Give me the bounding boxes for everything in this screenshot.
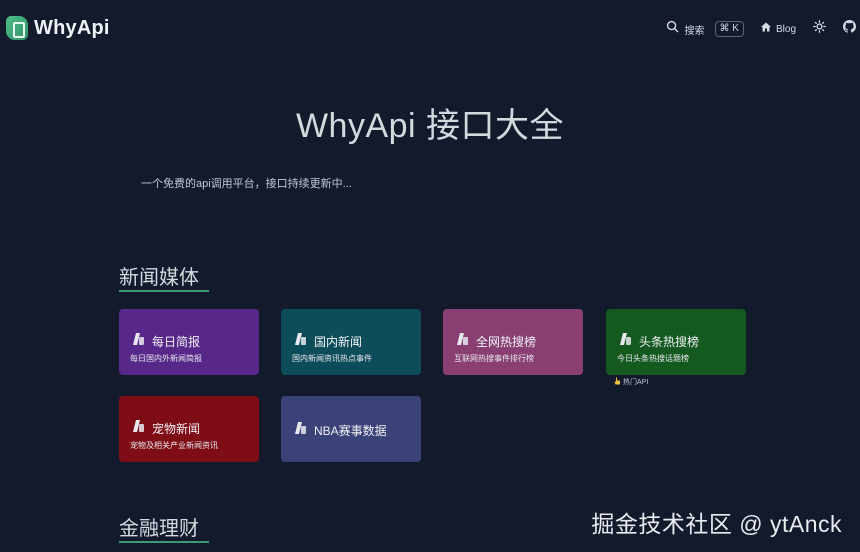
search-button[interactable]: 搜索 ⌘ K [666,20,744,38]
page-subtitle: 一个免费的api调用平台，接口持续更新中... [141,178,352,190]
card-icon [292,331,308,352]
page-title: WhyApi 接口大全 [295,107,565,145]
card-description: 每日国内外新闻简报 [130,354,202,363]
hot-api-badge: 热门API [614,377,648,387]
card-title: 每日简报 [152,335,201,349]
theme-toggle-button[interactable] [810,20,828,38]
nav-actions: 搜索 ⌘ K Blog [666,18,860,40]
card-title: NBA赛事数据 [314,424,387,438]
search-label: 搜索 [684,25,705,37]
card-header: 头条热搜榜 [617,331,699,352]
brand-name: WhyApi [34,16,110,39]
sun-icon [812,20,826,38]
logo-icon [6,16,28,40]
github-link[interactable] [840,20,858,38]
section-title-finance: 金融理财 [119,518,199,540]
top-navbar: WhyApi 搜索 ⌘ K Blog [0,0,860,60]
card-description: 宠物及相关产业新闻资讯 [130,441,218,450]
card-icon [130,331,146,352]
card-icon [130,418,146,439]
card-header: 国内新闻 [292,331,362,352]
card-title: 宠物新闻 [152,422,201,436]
api-card-pet-news[interactable]: 宠物新闻 宠物及相关产业新闻资讯 [119,396,259,462]
card-description: 今日头条热搜话题榜 [617,354,689,363]
section-title-news: 新闻媒体 [119,267,199,289]
card-header: NBA赛事数据 [292,420,387,441]
card-header: 宠物新闻 [130,418,200,439]
card-header: 每日简报 [130,331,200,352]
api-card-toutiao-hot[interactable]: 头条热搜榜 今日头条热搜话题榜 [606,309,746,375]
blog-link[interactable]: Blog [760,20,796,38]
card-description: 互联网热搜事件排行榜 [454,354,534,363]
api-card-nba-data[interactable]: NBA赛事数据 [281,396,421,462]
card-title: 全网热搜榜 [476,335,537,349]
card-icon [292,420,308,441]
card-description: 国内新闻资讯热点事件 [292,354,372,363]
section-underline [119,290,209,292]
github-icon [842,20,856,38]
card-title: 国内新闻 [314,335,363,349]
search-shortcut: ⌘ K [714,21,744,37]
card-icon [617,331,633,352]
hot-api-label: 热门API [623,379,649,386]
api-card-hot-search[interactable]: 全网热搜榜 互联网热搜事件排行榜 [443,309,583,375]
pointer-hand-icon [614,377,621,387]
home-icon [760,20,772,38]
api-card-domestic-news[interactable]: 国内新闻 国内新闻资讯热点事件 [281,309,421,375]
card-icon [454,331,470,352]
brand-logo-link[interactable]: WhyApi [6,16,110,40]
card-title: 头条热搜榜 [639,335,700,349]
watermark: 掘金技术社区 @ ytAnck [591,511,842,537]
section-underline [119,541,209,543]
card-header: 全网热搜榜 [454,331,536,352]
search-icon [666,20,679,38]
api-card-daily-briefing[interactable]: 每日简报 每日国内外新闻简报 [119,309,259,375]
blog-label: Blog [775,23,796,35]
